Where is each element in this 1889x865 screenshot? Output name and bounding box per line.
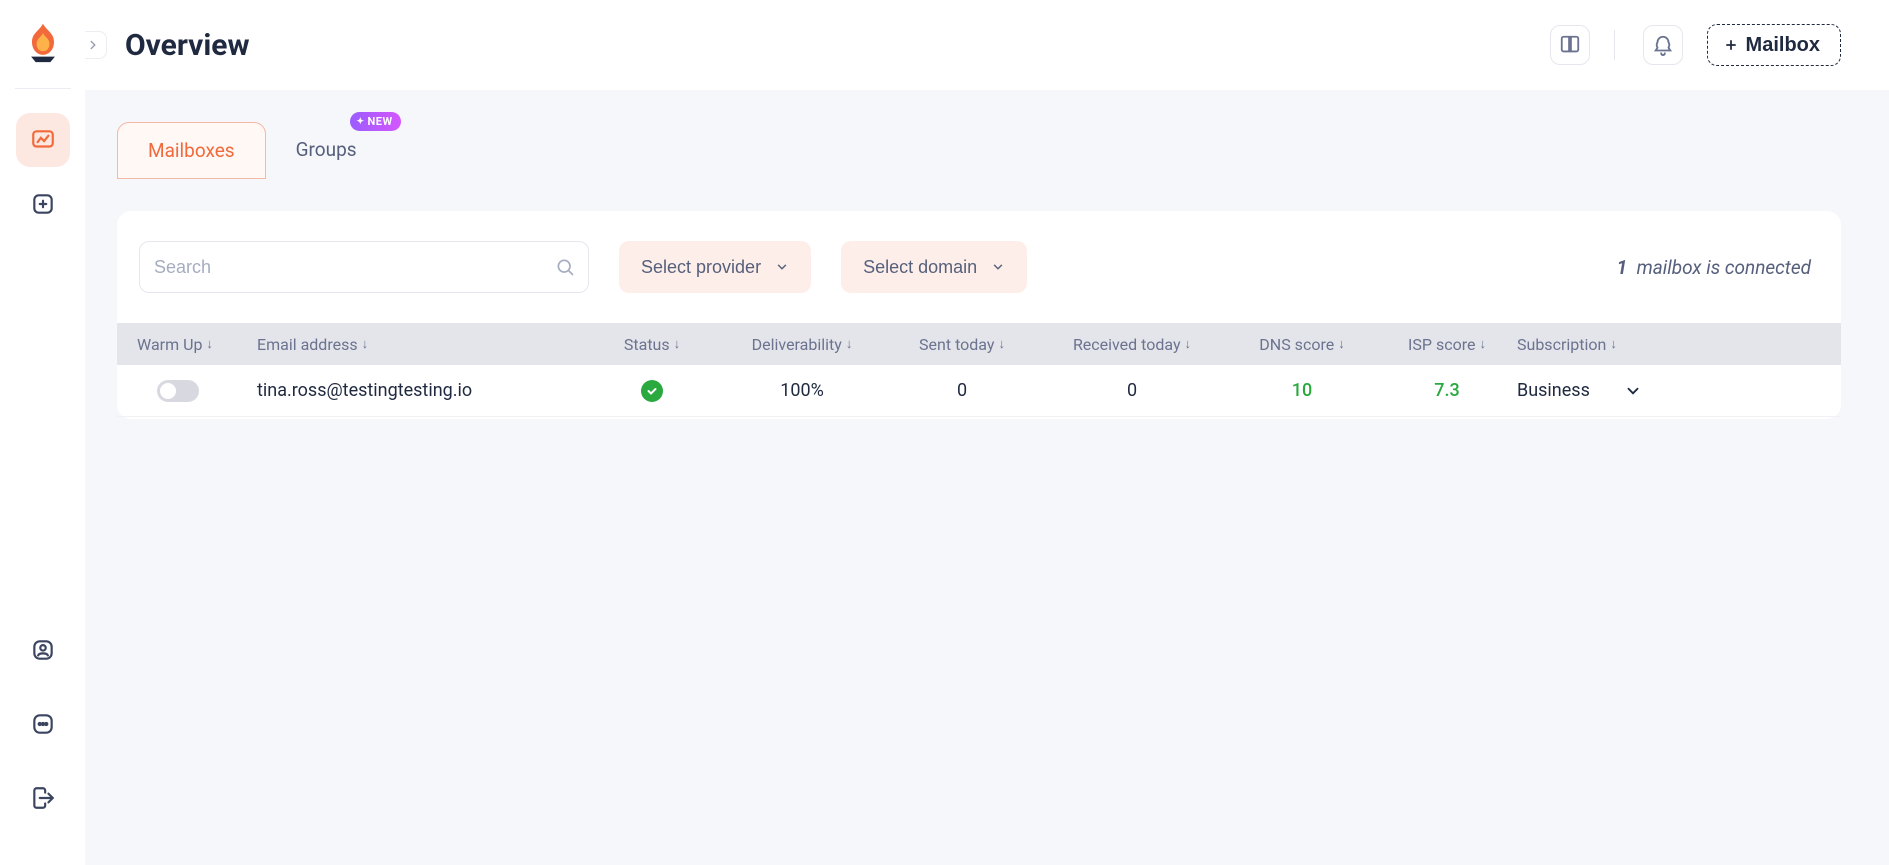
new-badge-label: NEW <box>368 115 393 128</box>
add-mailbox-label: Mailbox <box>1746 34 1820 57</box>
toggle-knob <box>160 383 176 399</box>
col-status[interactable]: Status↓ <box>587 335 717 354</box>
col-isp[interactable]: ISP score↓ <box>1377 335 1517 354</box>
book-icon <box>1559 34 1581 56</box>
notifications-button[interactable] <box>1643 25 1683 65</box>
docs-button[interactable] <box>1550 25 1590 65</box>
sparkle-icon: ✦ <box>356 117 364 127</box>
status-cell <box>587 380 717 402</box>
sidebar <box>0 0 85 865</box>
col-email[interactable]: Email address↓ <box>257 335 587 354</box>
bell-icon <box>1652 34 1674 56</box>
new-badge: ✦ NEW <box>350 112 400 131</box>
add-mailbox-button[interactable]: Mailbox <box>1707 24 1841 66</box>
search-wrap <box>139 241 589 293</box>
search-input[interactable] <box>139 241 589 293</box>
tab-mailboxes[interactable]: Mailboxes <box>117 122 266 179</box>
sidebar-item-logout[interactable] <box>16 771 70 825</box>
tabs: Mailboxes Groups ✦ NEW <box>117 122 1841 179</box>
domain-filter[interactable]: Select domain <box>841 241 1027 293</box>
table-row[interactable]: tina.ross@testingtesting.io 100% 0 0 10 … <box>117 365 1841 417</box>
warmup-toggle[interactable] <box>157 380 199 402</box>
col-dns[interactable]: DNS score↓ <box>1227 335 1377 354</box>
warmup-cell <box>137 380 257 402</box>
main-content: Mailboxes Groups ✦ NEW Select pro <box>85 90 1889 865</box>
dns-cell: 10 <box>1227 380 1377 401</box>
col-received[interactable]: Received today↓ <box>1037 335 1227 354</box>
col-subscription[interactable]: Subscription↓ <box>1517 335 1647 354</box>
plus-icon <box>1724 38 1738 52</box>
provider-filter[interactable]: Select provider <box>619 241 811 293</box>
app-logo <box>19 18 67 66</box>
deliverability-cell: 100% <box>717 380 887 401</box>
chevron-down-icon <box>991 260 1005 274</box>
chevron-down-icon <box>775 260 789 274</box>
col-warmup[interactable]: Warm Up↓ <box>137 335 257 354</box>
provider-filter-label: Select provider <box>641 257 761 278</box>
header-divider <box>1614 30 1615 60</box>
page-title: Overview <box>125 28 250 63</box>
toolbar: Select provider Select domain 1 mailbox … <box>117 211 1841 323</box>
received-cell: 0 <box>1037 380 1227 401</box>
subscription-label: Business <box>1517 380 1590 401</box>
row-expand-button[interactable] <box>1624 382 1642 400</box>
sidebar-item-account[interactable] <box>16 623 70 677</box>
sidebar-item-add[interactable] <box>16 177 70 231</box>
subscription-cell: Business <box>1517 380 1647 401</box>
table-header: Warm Up↓ Email address↓ Status↓ Delivera… <box>117 323 1841 365</box>
mailboxes-panel: Select provider Select domain 1 mailbox … <box>117 211 1841 419</box>
sidebar-item-more[interactable] <box>16 697 70 751</box>
col-deliverability[interactable]: Deliverability↓ <box>717 335 887 354</box>
tab-groups[interactable]: Groups ✦ NEW <box>266 122 387 179</box>
email-cell: tina.ross@testingtesting.io <box>257 380 587 401</box>
status-ok-icon <box>641 380 663 402</box>
tab-mailboxes-label: Mailboxes <box>148 139 235 162</box>
tab-groups-label: Groups <box>296 138 357 161</box>
sidebar-divider <box>15 88 71 89</box>
sidebar-item-overview[interactable] <box>16 113 70 167</box>
connected-summary: 1 mailbox is connected <box>1617 256 1811 279</box>
sent-cell: 0 <box>887 380 1037 401</box>
chevron-right-icon <box>86 38 100 52</box>
col-sent[interactable]: Sent today↓ <box>887 335 1037 354</box>
connected-count: 1 <box>1617 256 1628 279</box>
connected-label: mailbox is connected <box>1637 256 1811 279</box>
search-icon <box>555 257 575 277</box>
domain-filter-label: Select domain <box>863 257 977 278</box>
chevron-down-icon <box>1624 382 1642 400</box>
isp-cell: 7.3 <box>1377 380 1517 401</box>
header: Overview Mailbox <box>85 0 1889 90</box>
